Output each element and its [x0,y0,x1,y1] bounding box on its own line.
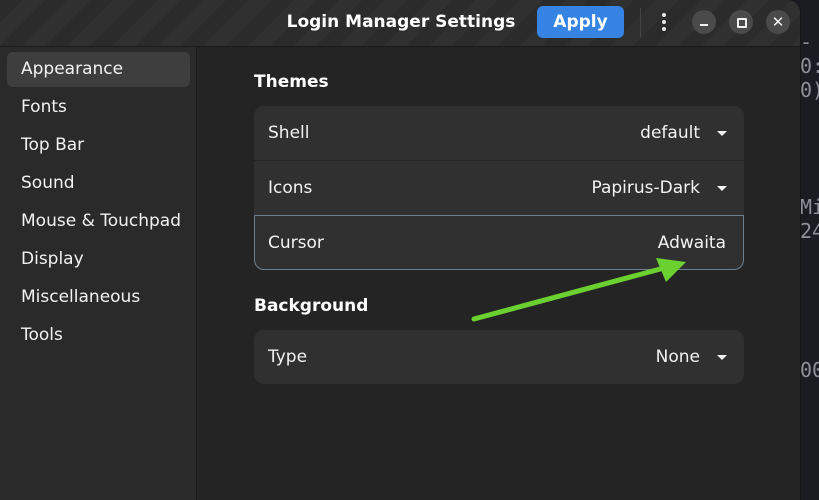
caret-down-icon [717,186,727,191]
sidebar-item-mouse-touchpad[interactable]: Mouse & Touchpad [7,204,190,239]
main-content: Themes Shell default Icons Papirus-Dark … [197,47,800,500]
cursor-label: Cursor [268,233,324,253]
sidebar-item-miscellaneous[interactable]: Miscellaneous [7,280,190,315]
terminal-fragment: Mi 24 [800,195,819,243]
sidebar: Appearance Fonts Top Bar Sound Mouse & T… [0,47,197,500]
close-icon: ✕ [771,13,785,31]
sidebar-item-display[interactable]: Display [7,242,190,277]
shell-row[interactable]: Shell default [254,106,744,160]
maximize-button[interactable] [729,10,753,34]
shell-value: default [640,123,700,143]
maximize-icon [737,18,747,28]
cursor-row[interactable]: Cursor Adwaita [254,215,744,270]
shell-label: Shell [268,123,310,143]
sidebar-item-tools[interactable]: Tools [7,318,190,353]
type-label: Type [268,347,308,367]
caret-down-icon [717,131,727,136]
type-row[interactable]: Type None [254,330,744,384]
themes-card: Shell default Icons Papirus-Dark Cursor … [254,106,744,270]
terminal-fragment: - 0: 0) [800,30,819,102]
minimize-icon [700,24,708,26]
sidebar-item-top-bar[interactable]: Top Bar [7,128,190,163]
header-bar: Login Manager Settings Apply ✕ [0,0,800,47]
cursor-value: Adwaita [657,233,726,253]
caret-down-icon [717,355,727,360]
settings-window: Login Manager Settings Apply ✕ Appearanc… [0,0,800,500]
menu-button[interactable] [652,10,676,34]
type-value: None [655,347,700,367]
sidebar-item-appearance[interactable]: Appearance [7,52,190,87]
minimize-button[interactable] [692,10,716,34]
sidebar-item-sound[interactable]: Sound [7,166,190,201]
background-card: Type None [254,330,744,384]
apply-button[interactable]: Apply [537,6,624,38]
background-section-title: Background [254,296,369,316]
icons-value: Papirus-Dark [591,178,700,198]
terminal-fragment: 00 [800,358,819,382]
window-title: Login Manager Settings [286,12,516,32]
icons-row[interactable]: Icons Papirus-Dark [254,161,744,215]
icons-label: Icons [268,178,313,198]
close-button[interactable]: ✕ [766,10,790,34]
header-separator [640,8,641,38]
sidebar-item-fonts[interactable]: Fonts [7,90,190,125]
themes-section-title: Themes [254,72,329,92]
